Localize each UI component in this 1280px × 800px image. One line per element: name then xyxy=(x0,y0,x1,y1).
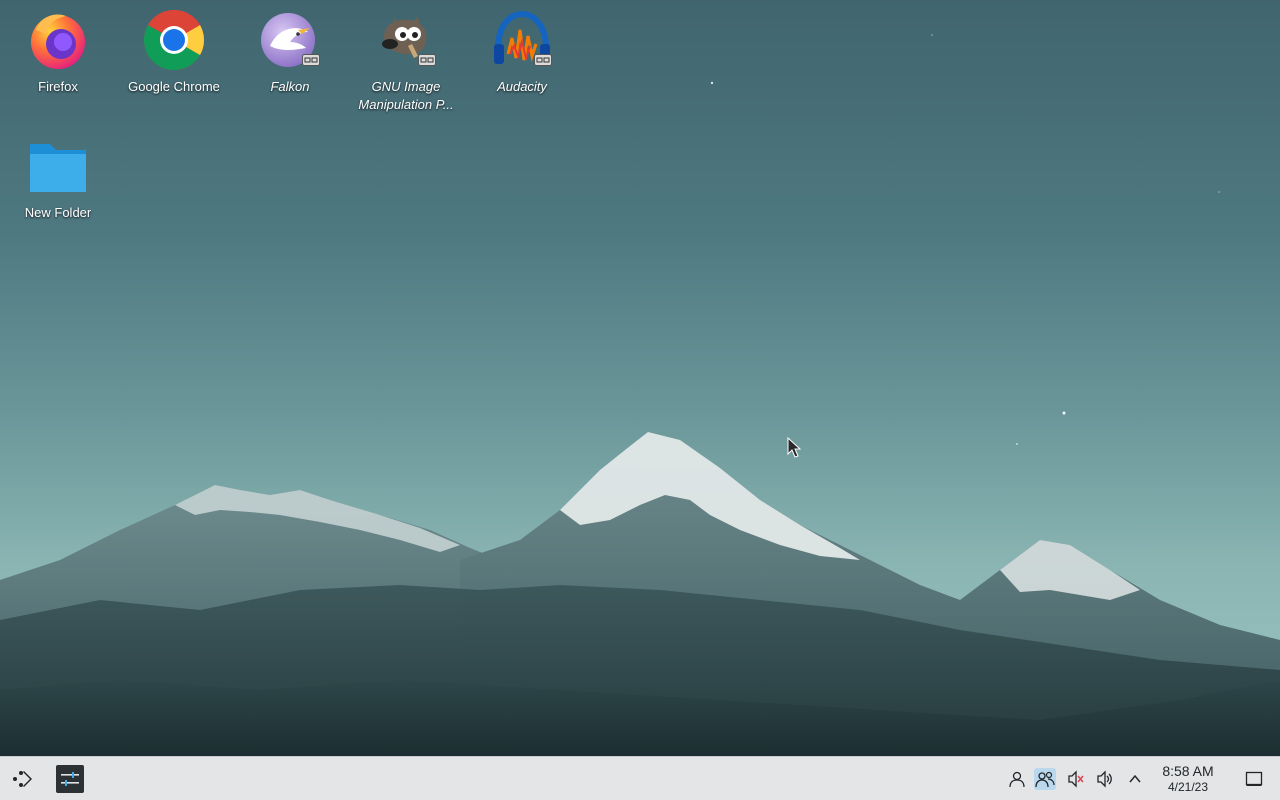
desktop-icon-label: Falkon xyxy=(270,79,310,94)
falkon-icon xyxy=(258,8,322,72)
application-launcher-icon xyxy=(13,771,32,787)
folder-icon xyxy=(26,134,90,198)
tray-network-icon[interactable] xyxy=(1034,768,1056,790)
desktop-icon-new-folder[interactable]: New Folder xyxy=(3,134,113,222)
chevron-up-icon xyxy=(1129,774,1141,783)
system-settings-icon xyxy=(56,765,84,793)
desktop[interactable]: Firefox Google Chrome Falkon GNU Image M… xyxy=(0,0,1280,756)
desktop-icon-label: Firefox xyxy=(38,79,78,94)
desktop-icon-firefox[interactable]: Firefox xyxy=(3,8,113,96)
link-badge-icon xyxy=(302,54,320,66)
desktop-icon-google-chrome[interactable]: Google Chrome xyxy=(119,8,229,96)
gimp-icon xyxy=(374,8,438,72)
tray-microphone-icon[interactable] xyxy=(1064,768,1086,790)
link-badge-icon xyxy=(534,54,552,66)
chrome-icon xyxy=(142,8,206,72)
show-desktop-button[interactable] xyxy=(1243,768,1265,790)
audacity-icon xyxy=(490,8,554,72)
link-badge-icon xyxy=(418,54,436,66)
volume-icon xyxy=(1097,770,1112,788)
desktop-icon-gimp[interactable]: GNU Image Manipulation P... xyxy=(351,8,461,114)
user-icon xyxy=(1009,771,1025,788)
microphone-muted-icon xyxy=(1068,770,1084,788)
digital-clock[interactable]: 8:58 AM 4/21/23 xyxy=(1152,763,1224,795)
tray-expand-button[interactable] xyxy=(1124,768,1146,790)
desktop-icon-audacity[interactable]: Audacity xyxy=(467,8,577,96)
tray-volume-icon[interactable] xyxy=(1094,768,1116,790)
mountain-wallpaper xyxy=(0,34,1280,756)
show-desktop-icon xyxy=(1245,771,1263,786)
clock-time: 8:58 AM xyxy=(1162,763,1214,779)
application-launcher-button[interactable] xyxy=(6,763,38,795)
desktop-icon-label: New Folder xyxy=(24,205,92,220)
firefox-icon xyxy=(26,8,90,72)
mouse-cursor-icon xyxy=(787,437,801,458)
desktop-icon-label: Google Chrome xyxy=(128,79,220,94)
clock-date: 4/21/23 xyxy=(1167,780,1209,794)
taskbar: 8:58 AM 4/21/23 xyxy=(0,756,1280,800)
desktop-icon-falkon[interactable]: Falkon xyxy=(235,8,345,96)
task-system-settings[interactable] xyxy=(54,763,86,795)
tray-user-icon[interactable] xyxy=(1006,768,1028,790)
network-users-icon xyxy=(1035,771,1055,788)
desktop-icon-label: GNU Image Manipulation P... xyxy=(358,79,454,112)
desktop-icon-label: Audacity xyxy=(497,79,547,94)
